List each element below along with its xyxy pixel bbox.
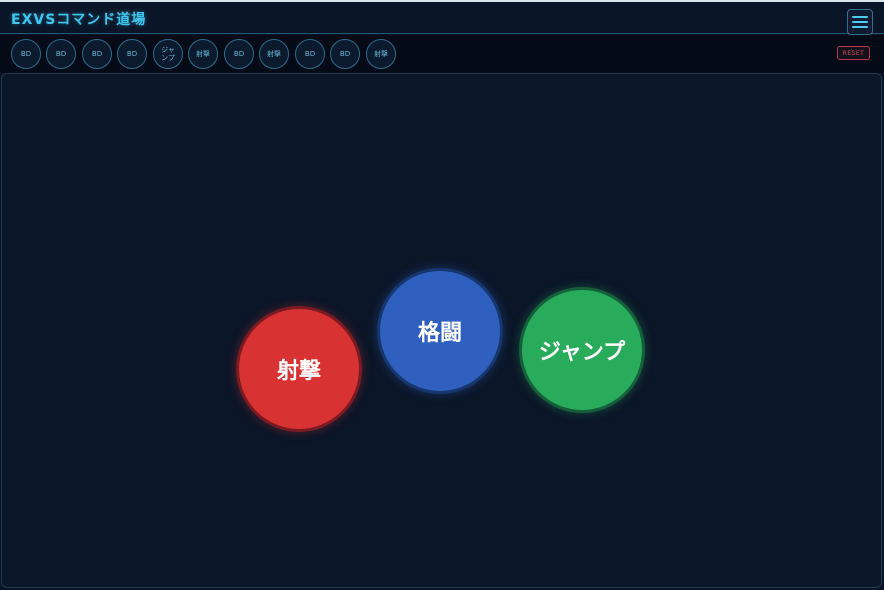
history-item: BD	[117, 39, 147, 69]
history-item: BD	[11, 39, 41, 69]
hamburger-icon	[852, 16, 868, 18]
history-item: 射撃	[259, 39, 289, 69]
history-item: ジャ ンプ	[153, 39, 183, 69]
app-title: EXVSコマンド道場	[11, 12, 147, 28]
history-item: BD	[82, 39, 112, 69]
history-item: BD	[295, 39, 325, 69]
header-bar: EXVSコマンド道場	[0, 0, 884, 35]
hamburger-icon	[852, 26, 868, 28]
history-item: BD	[224, 39, 254, 69]
history-item: BD	[330, 39, 360, 69]
command-history: BD BD BD BD ジャ ンプ 射撃 BD 射撃 BD BD 射撃 RESE…	[0, 35, 884, 73]
app-root: EXVSコマンド道場 BD BD BD BD ジャ ンプ 射撃 BD 射撃 BD…	[0, 0, 884, 590]
history-item: BD	[46, 39, 76, 69]
history-item: 射撃	[366, 39, 396, 69]
shoot-button[interactable]: 射撃	[236, 306, 362, 432]
jump-button[interactable]: ジャンプ	[519, 287, 645, 413]
menu-button[interactable]	[847, 9, 873, 35]
hamburger-icon	[852, 21, 868, 23]
history-item: 射撃	[188, 39, 218, 69]
reset-button[interactable]: RESET	[837, 46, 870, 60]
melee-button[interactable]: 格闘	[377, 268, 503, 394]
